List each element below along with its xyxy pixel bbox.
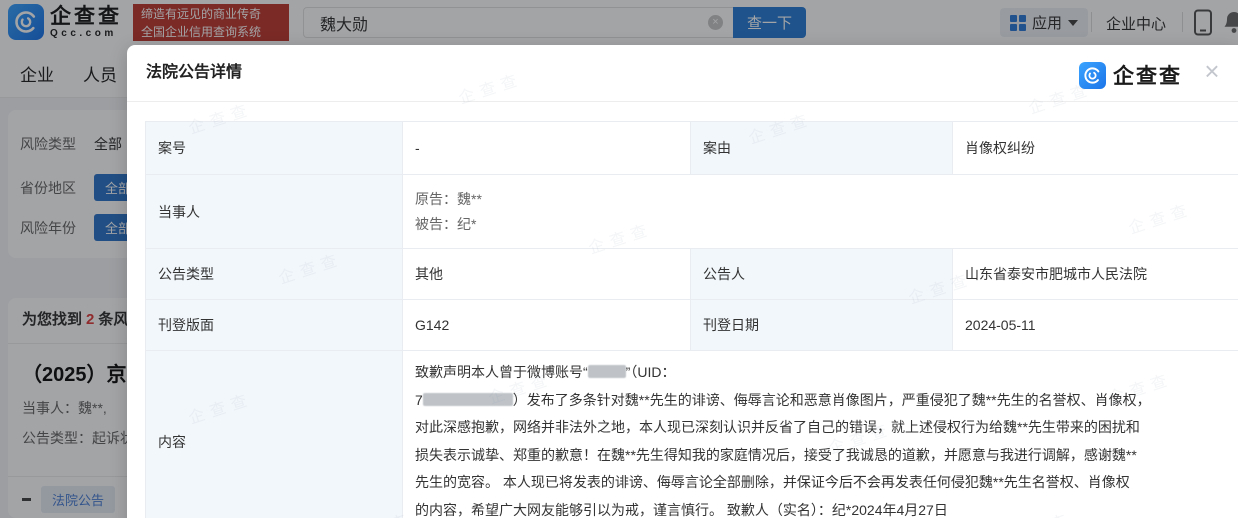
court-announcement-detail-modal: 法院公告详情 企查查 × 企查查企查查企查查企查查企查查企查查企查查企查查企查查… <box>127 45 1238 518</box>
content-fragment: 对此深感抱歉，网络并非法外之地，本人现已深刻认识并反省了自己的错误，就上述侵权行… <box>415 419 1140 435</box>
content-fragment: 损失表示诚挚、郑重的歉意！在魏**先生得知我的家庭情况后，接受了我诚恳的道歉，并… <box>415 446 1137 463</box>
content-text: 致歉声明本人曾于微博账号“ ”（UID： 7 ）发布了多条针对魏**先生的诽谤、侮辱言… <box>415 359 1222 518</box>
content-fragment: 致歉声明本人曾于微博账号“ <box>415 364 588 380</box>
field-value-announcement-type: 其他 <box>402 248 691 300</box>
qcc-logo-icon <box>1079 61 1106 89</box>
modal-header: 法院公告详情 企查查 × <box>127 45 1238 102</box>
field-label-publish-date: 刊登日期 <box>690 299 953 351</box>
field-value-publish-date: 2024-05-11 <box>952 299 1238 351</box>
table-row: 内容 致歉声明本人曾于微博账号“ ”（UID： 7 ）发布了多条针对魏**先生的诽谤、… <box>145 350 1238 518</box>
field-value-content: 致歉声明本人曾于微博账号“ ”（UID： 7 ）发布了多条针对魏**先生的诽谤、侮辱言… <box>402 350 1238 518</box>
field-value-page-layout: G142 <box>402 299 691 351</box>
table-row: 案号 - 案由 肖像权纠纷 <box>145 121 1238 175</box>
field-label-content: 内容 <box>145 350 403 518</box>
page: 企查查 Qcc.com 缔造有远见的商业传奇 全国企业信用查询系统 × 查一下 … <box>0 0 1238 518</box>
content-fragment: 7 <box>415 391 423 408</box>
table-row: 刊登版面 G142 刊登日期 2024-05-11 <box>145 299 1238 351</box>
close-icon[interactable]: × <box>1198 57 1226 85</box>
field-value-announcer: 山东省泰安市肥城市人民法院 <box>952 248 1238 300</box>
field-label-case-number: 案号 <box>145 121 403 175</box>
modal-title: 法院公告详情 <box>146 64 243 81</box>
table-row: 当事人 原告：魏** 被告：纪* <box>145 174 1238 249</box>
field-label-page-layout: 刊登版面 <box>145 299 403 351</box>
defendant-line: 被告：纪* <box>415 215 477 232</box>
field-label-parties: 当事人 <box>145 174 403 249</box>
content-fragment: ）发布了多条针对魏**先生的诽谤、侮辱言论和恶意肖像图片，严重侵犯了魏**先生的… <box>512 391 1151 408</box>
field-label-announcer: 公告人 <box>690 248 953 300</box>
announcement-detail-table: 案号 - 案由 肖像权纠纷 当事人 原告：魏** 被告：纪* 公告类型 其他 公… <box>145 121 1238 518</box>
content-fragment: 先生的宽容。 本人现已将发表的诽谤、侮辱言论全部删除，并保证今后不会再发表任何侵… <box>415 474 1130 490</box>
redacted-text <box>587 365 626 378</box>
field-label-cause: 案由 <box>690 121 953 175</box>
modal-brand-name: 企查查 <box>1113 65 1182 88</box>
field-value-case-number: - <box>402 121 691 175</box>
content-fragment: ”（UID： <box>625 364 676 380</box>
field-value-parties: 原告：魏** 被告：纪* <box>402 174 1238 249</box>
content-fragment: 的内容，希望广大网友能够引以为戒，谨言慎行。 致歉人（实名）：纪*2024年4月… <box>415 501 948 518</box>
plaintiff-line: 原告：魏** <box>415 190 482 207</box>
field-value-cause: 肖像权纠纷 <box>952 121 1238 175</box>
table-row: 公告类型 其他 公告人 山东省泰安市肥城市人民法院 <box>145 248 1238 300</box>
field-label-announcement-type: 公告类型 <box>145 248 403 300</box>
modal-brand-logo: 企查查 <box>1079 60 1182 90</box>
redacted-text <box>422 392 513 406</box>
